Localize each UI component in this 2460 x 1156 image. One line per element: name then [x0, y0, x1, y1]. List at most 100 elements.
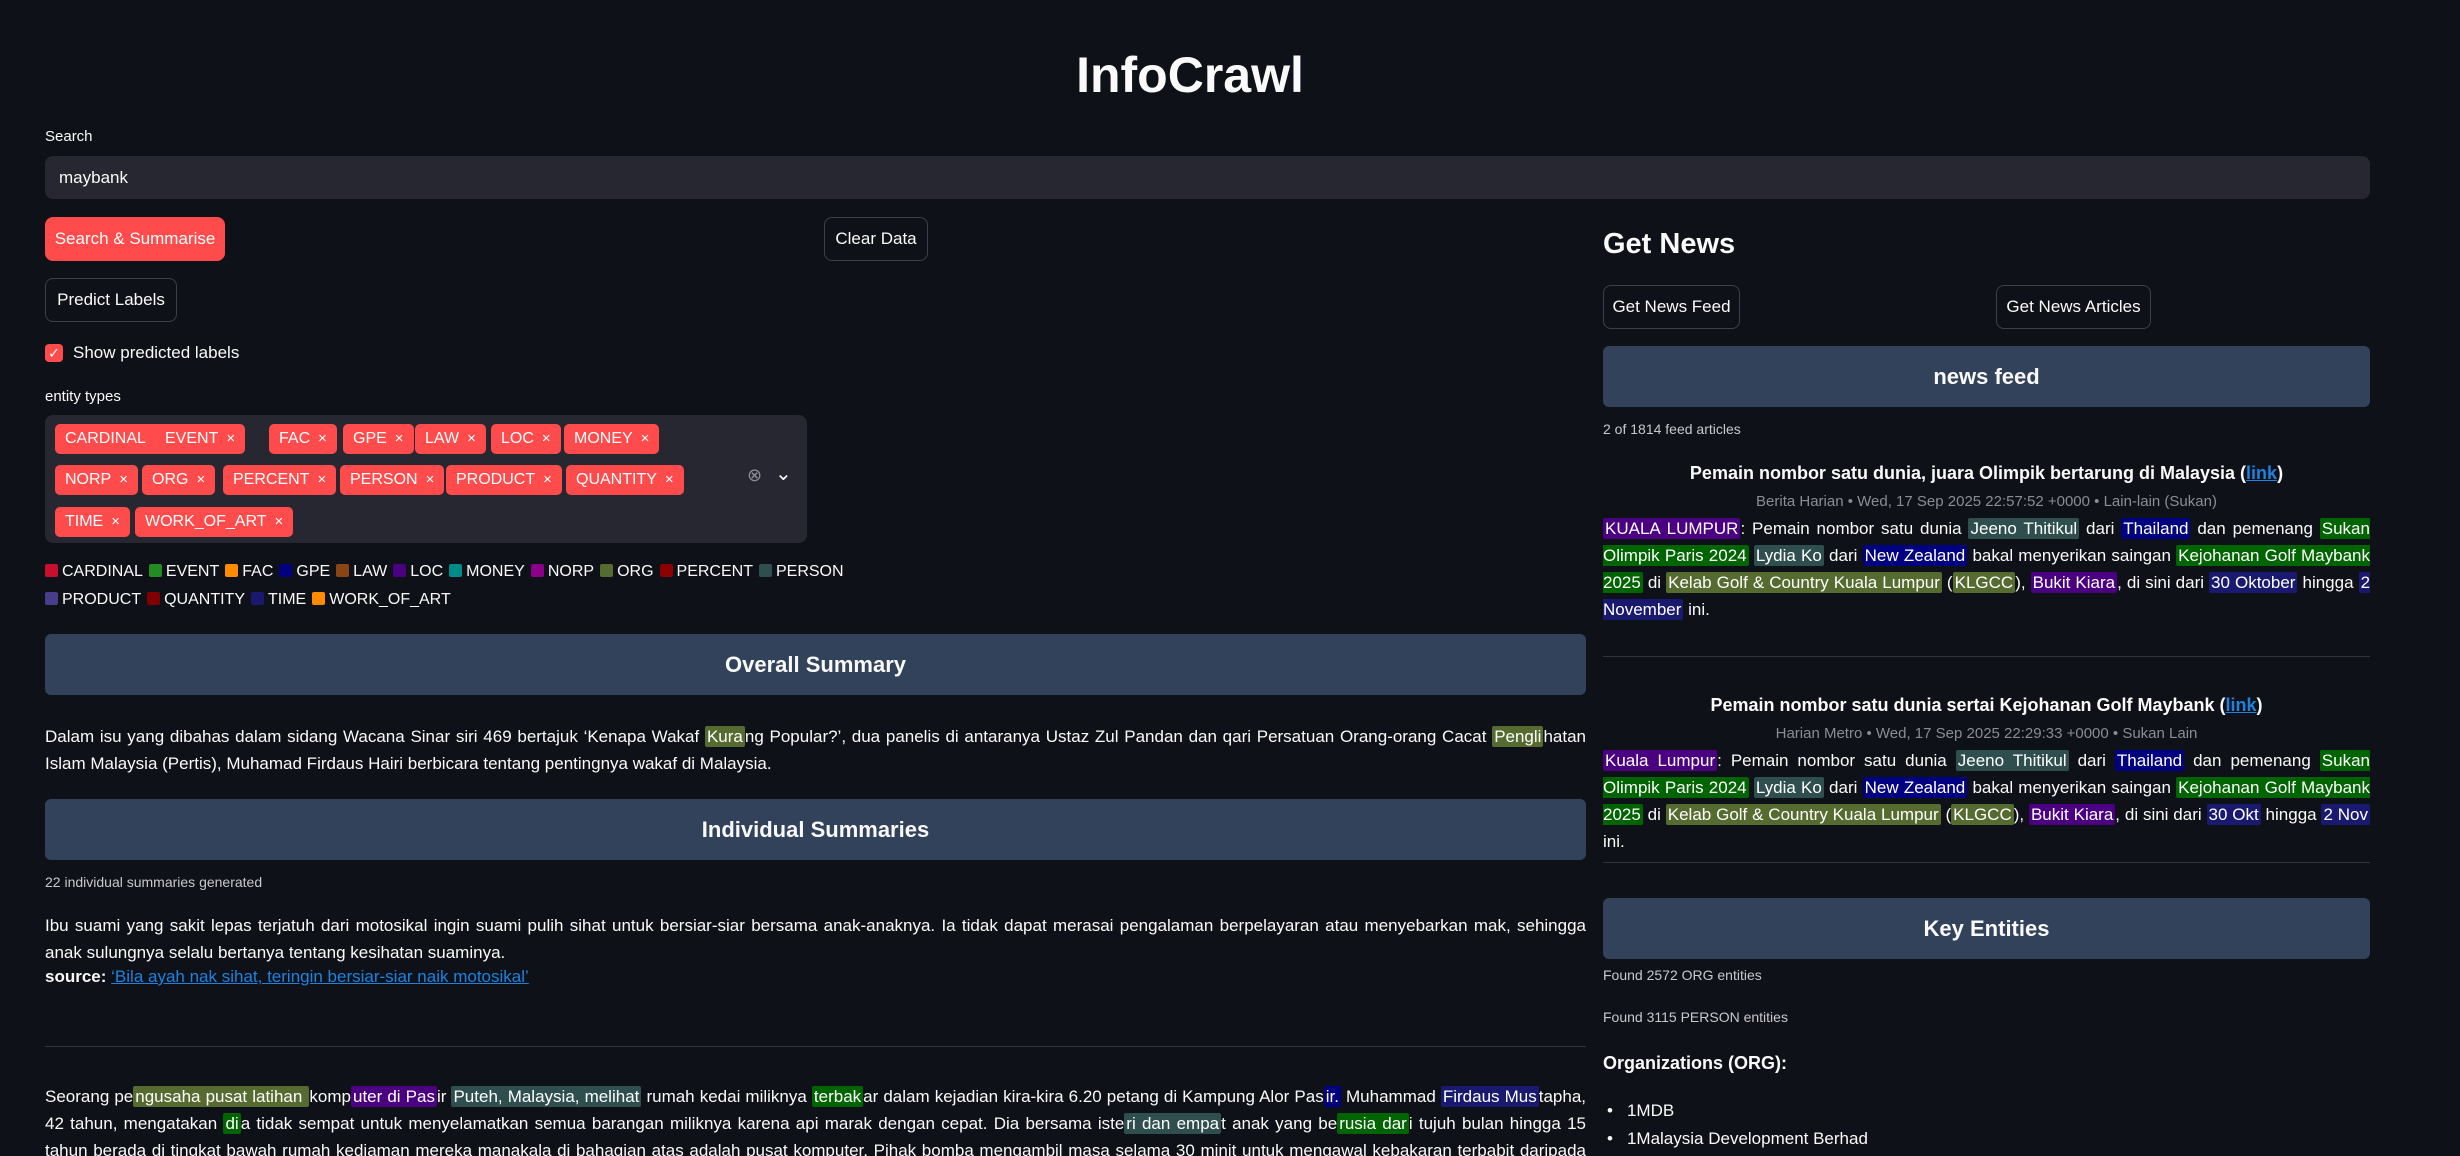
summary-1-source: source: ‘Bila ayah nak sihat, teringin b…: [45, 967, 529, 987]
text-segment: dari: [1823, 778, 1863, 797]
predict-labels-button[interactable]: Predict Labels: [45, 278, 177, 322]
legend-item: PRODUCT: [45, 591, 141, 608]
text-segment: dari: [2079, 519, 2122, 538]
org-list: 1MDB 1Malaysia Development Berhad: [1607, 1101, 1868, 1156]
entity-tag-gpe[interactable]: GPE ×: [343, 424, 414, 454]
remove-icon[interactable]: ×: [426, 471, 435, 488]
entity-highlight: Bukit Kiara: [2030, 572, 2118, 593]
search-summarise-button[interactable]: Search & Summarise: [45, 217, 225, 261]
remove-icon[interactable]: ×: [196, 471, 205, 488]
entity-types-label: entity types: [45, 388, 121, 405]
org-heading: Organizations (ORG):: [1603, 1053, 1787, 1073]
search-input[interactable]: [45, 156, 2370, 199]
tag-label: MONEY: [574, 430, 633, 447]
entity-tag-fac[interactable]: FAC ×: [269, 424, 337, 454]
text-segment: t anak yang be: [1221, 1114, 1338, 1133]
legend-item: EVENT: [148, 563, 219, 580]
tag-label: LAW: [425, 430, 460, 447]
org-count: Found 2572 ORG entities: [1603, 967, 1762, 983]
legend-label: NORP: [547, 563, 595, 580]
article-1-title: Pemain nombor satu dunia, juara Olimpik …: [1689, 463, 2284, 483]
entity-tag-org[interactable]: ORG ×: [142, 465, 216, 495]
tag-label: WORK_OF_ART: [145, 513, 267, 530]
source-link[interactable]: ‘Bila ayah nak sihat, teringin bersiar-s…: [111, 967, 529, 986]
legend-swatch: [279, 564, 293, 577]
person-count: Found 3115 PERSON entities: [1603, 1009, 1788, 1025]
entity-highlight: Kura: [704, 726, 745, 747]
article-2-link[interactable]: link: [2226, 695, 2257, 715]
text-segment: , di sini dari: [2117, 573, 2210, 592]
text-segment: (: [1941, 573, 1953, 592]
legend-swatch: [449, 564, 463, 577]
entity-tag-law[interactable]: LAW ×: [415, 424, 486, 454]
remove-icon[interactable]: ×: [111, 513, 120, 530]
legend-swatch: [659, 564, 673, 577]
legend-label: QUANTITY: [164, 591, 245, 608]
entity-tag-time[interactable]: TIME ×: [55, 507, 130, 537]
remove-icon[interactable]: ×: [318, 430, 327, 447]
article-1-link[interactable]: link: [2246, 463, 2277, 483]
entity-tag-money[interactable]: MONEY ×: [564, 424, 660, 454]
remove-icon[interactable]: ×: [641, 430, 650, 447]
legend-item: MONEY: [449, 563, 525, 580]
text-segment: dan pemenang: [2184, 751, 2320, 770]
legend-label: GPE: [296, 563, 331, 580]
legend-item: FAC: [225, 563, 273, 580]
legend-item: CARDINAL: [45, 563, 143, 580]
app-title: InfoCrawl: [1076, 47, 1304, 103]
remove-icon[interactable]: ×: [395, 430, 404, 447]
entity-highlight: uter di Pas: [350, 1086, 437, 1107]
remove-icon[interactable]: ×: [275, 513, 284, 530]
entity-highlight: terbak: [811, 1086, 864, 1107]
remove-icon[interactable]: ×: [542, 430, 551, 447]
remove-icon[interactable]: ×: [317, 471, 326, 488]
entity-highlight: ri dan empa: [1124, 1113, 1222, 1134]
divider: [45, 1046, 1586, 1047]
text-segment: rumah kedai miliknya: [641, 1087, 812, 1106]
entity-highlight: Jeeno Thitikul: [1955, 750, 2069, 771]
legend-item: TIME: [251, 591, 306, 608]
entity-tag-product[interactable]: PRODUCT ×: [446, 465, 562, 495]
get-news-articles-button[interactable]: Get News Articles: [1996, 285, 2151, 329]
legend-label: LAW: [353, 563, 388, 580]
tag-label: NORP: [65, 471, 112, 488]
entity-highlight: KUALA LUMPUR: [1603, 518, 1741, 539]
article-2-meta: Harian Metro • Wed, 17 Sep 2025 22:29:33…: [1775, 725, 2198, 742]
list-item: 1MDB: [1607, 1101, 1868, 1121]
entity-tag-loc[interactable]: LOC ×: [491, 424, 561, 454]
list-item: 1Malaysia Development Berhad: [1607, 1129, 1868, 1149]
entity-highlight: Bukit Kiara: [2028, 804, 2116, 825]
text-segment: hingga: [2297, 573, 2359, 592]
entity-tag-norp[interactable]: NORP ×: [55, 465, 138, 495]
entity-tag-person[interactable]: PERSON ×: [340, 465, 445, 495]
clear-data-button[interactable]: Clear Data: [824, 217, 928, 261]
remove-icon[interactable]: ×: [543, 471, 552, 488]
chevron-down-icon[interactable]: ⌄: [775, 461, 792, 486]
remove-icon[interactable]: ×: [226, 430, 235, 447]
entity-highlight: di: [223, 1113, 241, 1134]
legend-label: WORK_OF_ART: [329, 591, 451, 608]
legend-swatch: [600, 564, 614, 577]
entity-types-multiselect[interactable]: CARDINAL×EVENT×FAC×GPE×LAW×LOC×MONEY×NOR…: [45, 415, 807, 543]
remove-icon[interactable]: ×: [467, 430, 476, 447]
legend-swatch: [758, 564, 772, 577]
entity-highlight: rusia dar: [1337, 1113, 1409, 1134]
legend-swatch: [147, 592, 161, 605]
remove-icon[interactable]: ×: [665, 471, 674, 488]
show-labels-checkbox[interactable]: ✓: [45, 344, 63, 362]
article-2-body: Kuala Lumpur: Pemain nombor satu dunia J…: [1603, 747, 2370, 855]
entity-tag-percent[interactable]: PERCENT ×: [223, 465, 337, 495]
entity-highlight: Lydia Ko: [1753, 777, 1824, 798]
entity-highlight: Pengli: [1492, 726, 1544, 747]
get-news-feed-button[interactable]: Get News Feed: [1603, 285, 1740, 329]
legend-row-2: PRODUCT QUANTITY TIME WORK_OF_ART: [45, 591, 457, 609]
clear-all-icon[interactable]: ⊗: [747, 465, 762, 486]
text-segment: hingga: [2260, 805, 2322, 824]
entity-highlight: ir.: [1323, 1086, 1341, 1107]
entity-tag-work-of-art[interactable]: WORK_OF_ART ×: [135, 507, 294, 537]
overall-summary-text: Dalam isu yang dibahas dalam sidang Waca…: [45, 723, 1586, 777]
entity-tag-event[interactable]: EVENT ×: [155, 424, 246, 454]
entity-tag-quantity[interactable]: QUANTITY ×: [566, 465, 684, 495]
tag-label: ORG: [152, 471, 189, 488]
remove-icon[interactable]: ×: [119, 471, 128, 488]
